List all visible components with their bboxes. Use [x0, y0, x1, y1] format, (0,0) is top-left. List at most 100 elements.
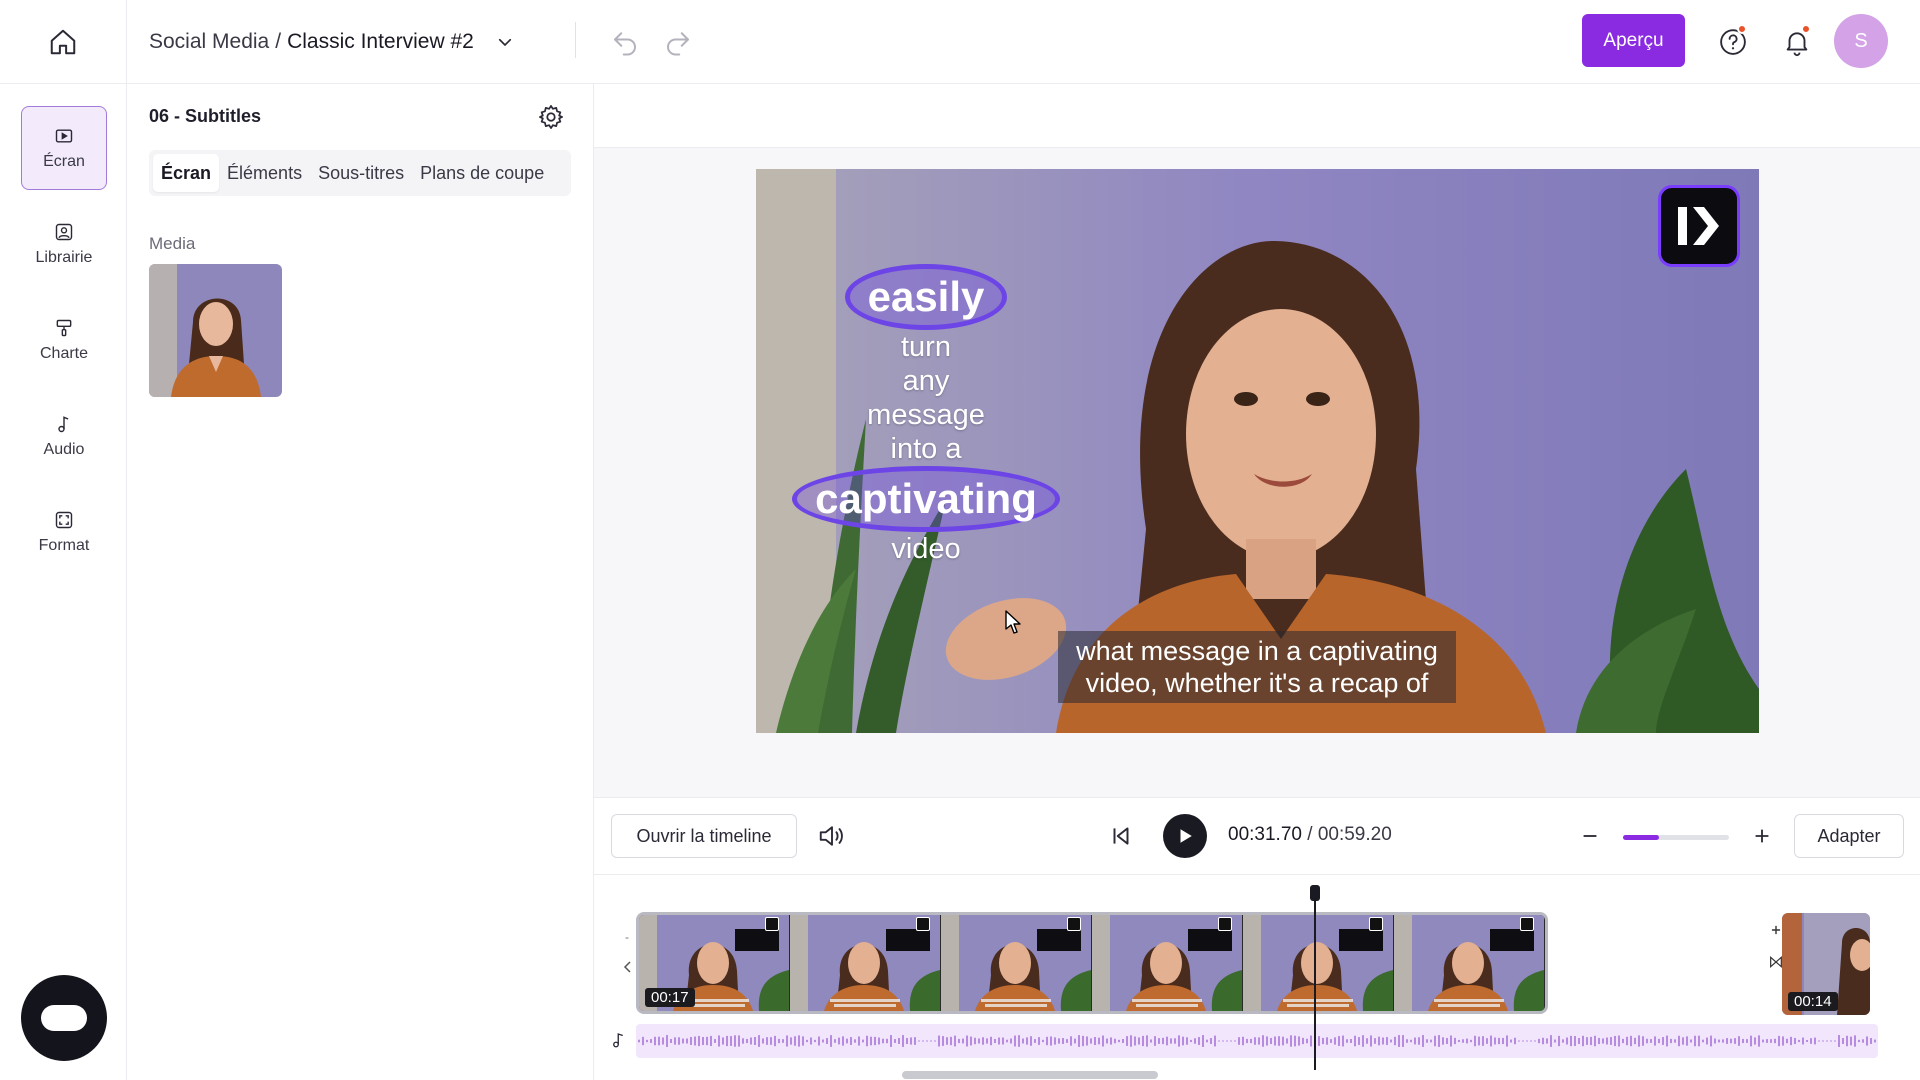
music-note-icon [613, 1033, 623, 1048]
home-button[interactable] [0, 0, 127, 84]
screen-panel: 06 - Subtitles Écran Éléments Sous-titre… [127, 84, 594, 1080]
video-preview[interactable]: easily turn any message into a captivati… [756, 169, 1759, 733]
audio-track-label [606, 1027, 632, 1053]
panel-tabs: Écran Éléments Sous-titres Plans de coup… [149, 150, 571, 196]
zoom-slider-fill [1623, 835, 1660, 840]
volume-button[interactable] [814, 818, 850, 854]
chevron-down-icon [498, 38, 511, 46]
top-bar: Social Media / Classic Interview #2 Aper… [0, 0, 1920, 84]
chat-icon [41, 1005, 87, 1031]
timecode: 00:31.70 / 00:59.20 [1228, 824, 1392, 846]
tab-ecran[interactable]: Écran [153, 154, 220, 192]
chat-support-button[interactable] [21, 975, 107, 1061]
nav-item-format[interactable]: Format [21, 490, 107, 574]
help-button[interactable] [1713, 22, 1753, 62]
subtitle-line: what message in a captivating [1076, 636, 1438, 666]
clip-frame-thumbnail [941, 915, 1091, 1011]
play-button[interactable] [1163, 814, 1207, 858]
timeline-scrollbar[interactable] [902, 1071, 1158, 1079]
help-notification-dot [1737, 24, 1747, 34]
subtitle-line: video, whether it's a recap of [1085, 668, 1429, 698]
zoom-out-button[interactable] [1572, 818, 1608, 854]
clip-left-trim-handle[interactable]: - [620, 927, 634, 947]
breadcrumb-separator: / [275, 30, 282, 53]
panel-settings-button[interactable] [534, 100, 568, 134]
kinetic-word: video [891, 533, 961, 565]
playback-controls: Ouvrir la timeline 00:31.70 / 00:59.20 A… [594, 797, 1920, 875]
minus-icon [1583, 835, 1597, 837]
notifications-button[interactable] [1777, 22, 1817, 62]
clip-duration-label: 00:17 [645, 988, 695, 1007]
brand-logo-icon [1658, 185, 1740, 267]
audio-track[interactable] [636, 1024, 1878, 1058]
music-note-icon [58, 415, 69, 432]
playhead[interactable] [1310, 885, 1320, 1070]
zoom-in-button[interactable] [1744, 818, 1780, 854]
nav-item-label: Librairie [35, 248, 93, 266]
zoom-slider[interactable] [1623, 835, 1729, 840]
volume-icon [819, 826, 843, 846]
clip-frame-thumbnail [1243, 915, 1393, 1011]
skip-back-icon [1113, 827, 1129, 845]
redo-button[interactable] [660, 24, 696, 60]
screen-icon [55, 128, 73, 143]
chevron-left-icon [623, 961, 631, 973]
tab-plans-de-coupe[interactable]: Plans de coupe [412, 154, 552, 192]
nav-item-audio[interactable]: Audio [21, 394, 107, 478]
toolbar-divider [575, 22, 576, 58]
current-time: 00:31.70 [1228, 824, 1302, 845]
kinetic-text: easily turn any message into a captivati… [786, 264, 1066, 566]
clip-frame-thumbnail [790, 915, 940, 1011]
tab-sous-titres[interactable]: Sous-titres [310, 154, 412, 192]
nav-item-label: Charte [39, 344, 89, 362]
project-dropdown-button[interactable] [496, 33, 514, 51]
preview-button[interactable]: Aperçu [1582, 14, 1685, 67]
kinetic-word: message [867, 399, 985, 431]
mouse-cursor-icon [1005, 610, 1021, 634]
redo-icon [667, 32, 689, 56]
skip-to-start-button[interactable] [1103, 818, 1139, 854]
format-icon [55, 511, 73, 528]
media-section-label: Media [149, 234, 196, 253]
nav-item-librairie[interactable]: Librairie [21, 202, 107, 286]
nav-item-label: Audio [43, 440, 85, 458]
playhead-handle[interactable] [1310, 885, 1320, 901]
clip-left-collapse-handle[interactable] [620, 957, 634, 977]
canvas-toolbar [594, 84, 1920, 148]
kinetic-word: into a [890, 433, 962, 465]
media-thumbnail[interactable] [149, 264, 282, 397]
plus-icon [1755, 829, 1769, 843]
kinetic-word: any [902, 365, 950, 397]
nav-item-label: Format [38, 536, 90, 554]
tab-elements[interactable]: Éléments [219, 154, 310, 192]
user-avatar[interactable]: S [1834, 14, 1888, 68]
kinetic-word: turn [901, 331, 951, 363]
panel-title: 06 - Subtitles [149, 106, 262, 126]
play-icon [1180, 829, 1192, 843]
subtitle-caption: what message in a captivating video, whe… [1058, 631, 1456, 703]
fit-button[interactable]: Adapter [1794, 814, 1904, 858]
nav-item-ecran[interactable]: Écran [21, 106, 107, 190]
timeline: - 00:17 00:14 [594, 875, 1920, 1080]
time-separator: / [1307, 824, 1313, 845]
media-thumbnail-image [149, 264, 282, 397]
clip-frame-thumbnail [1092, 915, 1242, 1011]
gear-icon [539, 105, 563, 129]
video-clip[interactable]: 00:17 [636, 912, 1548, 1014]
home-icon [50, 29, 76, 55]
kinetic-word-highlight: easily [844, 264, 1008, 330]
kinetic-word-highlight: captivating [792, 466, 1060, 532]
library-icon [55, 223, 73, 240]
audio-waveform [638, 1035, 1876, 1047]
undo-button[interactable] [607, 24, 643, 60]
next-video-clip[interactable]: 00:14 [1782, 913, 1870, 1015]
open-timeline-button[interactable]: Ouvrir la timeline [611, 814, 797, 858]
breadcrumb-parent[interactable]: Social Media [149, 30, 269, 54]
clip-frame-thumbnail [1394, 915, 1544, 1011]
next-clip-duration-label: 00:14 [1788, 992, 1838, 1011]
plus-icon [1771, 925, 1781, 935]
nav-item-charte[interactable]: Charte [21, 298, 107, 382]
undo-icon [614, 32, 636, 56]
editor-main: easily turn any message into a captivati… [594, 84, 1920, 1080]
breadcrumb: Social Media / Classic Interview #2 [149, 0, 514, 84]
